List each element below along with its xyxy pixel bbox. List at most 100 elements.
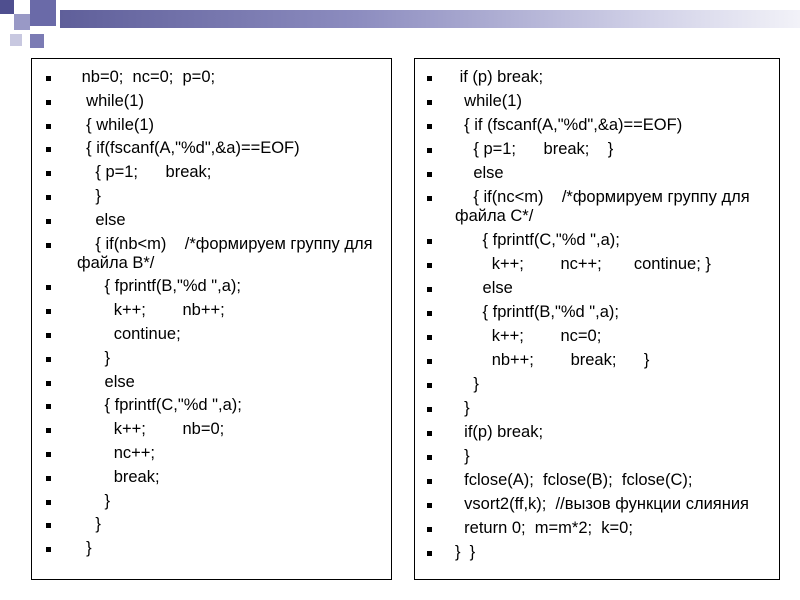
bullet-icon [46,404,51,410]
code-line: else [415,164,779,183]
corner-decoration-square [10,34,22,46]
code-text: else [455,279,513,297]
code-line: nb++; break; } [415,351,779,370]
right-code-panel: if (p) break; while(1) { if (fscanf(A,"%… [414,58,780,580]
bullet-icon [427,263,432,268]
code-text: while(1) [77,91,144,110]
title-decoration-bar [60,10,800,28]
code-line: { p=1; break; } [415,140,779,159]
code-line: { if (fscanf(A,"%d",&a)==EOF) [415,116,779,135]
bullet-icon [427,527,432,532]
code-line: k++; nc=0; [415,327,779,346]
code-line: } [415,447,779,466]
code-text: nb++; break; } [455,351,650,369]
bullet-icon [427,479,432,484]
code-text: { if(fscanf(A,"%d",&a)==EOF) [77,139,300,158]
code-line: } } [415,543,779,562]
bullet-icon [427,311,432,316]
code-line: { if(nc<m) /*формируем группу для файла … [415,188,779,226]
code-text: { while(1) [77,115,155,134]
code-line: { fprintf(B,"%d ",a); [32,277,391,296]
code-text: nc++; [77,443,155,462]
code-text: } [77,186,101,205]
code-text: if (p) break; [455,68,544,86]
code-line: } [32,349,391,368]
bullet-icon [46,147,51,153]
code-line: { while(1) [32,116,391,135]
code-line: k++; nc++; continue; } [415,255,779,274]
code-text: { p=1; break; [77,163,212,182]
bullet-icon [46,523,51,529]
code-text: { fprintf(B,"%d ",a); [455,303,619,321]
bullet-icon [46,194,51,200]
code-text: else [77,210,126,229]
code-text: { if(nb<m) /*формируем группу для файла … [77,234,378,272]
code-line: k++; nb=0; [32,420,391,439]
code-line: break; [32,468,391,487]
code-line: if(p) break; [415,423,779,442]
code-text: } [77,348,111,367]
corner-decoration-square [30,0,56,26]
bullet-icon [46,380,51,386]
code-text: else [77,372,135,391]
code-text: return 0; m=m*2; k=0; [455,519,633,537]
bullet-icon [427,407,432,412]
left-code-panel: nb=0; nc=0; p=0; while(1) { while(1) { i… [31,58,392,580]
code-text: } [455,399,470,417]
code-line: continue; [32,325,391,344]
code-text: } [77,491,111,510]
bullet-icon [427,551,432,556]
code-text: if(p) break; [455,423,544,441]
bullet-icon [427,455,432,460]
corner-decoration-square [0,0,14,14]
bullet-icon [46,171,51,177]
code-line: nb=0; nc=0; p=0; [32,68,391,87]
corner-decoration-square [0,14,14,30]
bullet-icon [46,547,51,553]
code-line: } [32,539,391,558]
bullet-icon [46,475,51,481]
bullet-icon [46,356,51,362]
code-line: } [415,399,779,418]
code-text: } } [455,543,476,561]
code-text: { if (fscanf(A,"%d",&a)==EOF) [455,116,683,134]
code-line: vsort2(ff,k); //вызов функции слияния [415,495,779,514]
code-text: } [77,539,92,558]
code-text: break; [77,467,160,486]
bullet-icon [427,100,432,105]
right-code-list: if (p) break; while(1) { if (fscanf(A,"%… [415,68,779,567]
code-text: } [455,375,479,393]
code-text: { fprintf(C,"%d ",a); [77,396,242,415]
code-text: vsort2(ff,k); //вызов функции слияния [455,495,749,513]
code-text: continue; [77,324,181,343]
code-text: while(1) [455,92,522,110]
code-line: } [32,187,391,206]
code-text: k++; nc=0; [455,327,602,345]
bullet-icon [46,499,51,505]
code-line: k++; nb++; [32,301,391,320]
code-text: k++; nb=0; [77,420,225,439]
bullet-icon [427,431,432,436]
code-text: k++; nb++; [77,301,225,320]
bullet-icon [46,285,51,291]
bullet-icon [46,428,51,434]
code-line: { fprintf(C,"%d ",a); [415,231,779,250]
code-line: while(1) [32,92,391,111]
code-line: { fprintf(C,"%d ",a); [32,396,391,415]
bullet-icon [427,76,432,81]
code-text: k++; nc++; continue; } [455,255,711,273]
bullet-icon [427,335,432,340]
bullet-icon [46,309,51,315]
code-text: { fprintf(B,"%d ",a); [77,277,241,296]
code-text: } [455,447,470,465]
corner-decoration-square [14,0,30,14]
bullet-icon [427,383,432,388]
bullet-icon [46,332,51,338]
code-line: fclose(A); fclose(B); fclose(C); [415,471,779,490]
code-line: { p=1; break; [32,163,391,182]
bullet-icon [46,76,51,81]
bullet-icon [46,451,51,457]
code-text: { if(nc<m) /*формируем группу для файла … [455,188,755,225]
code-line: { fprintf(B,"%d ",a); [415,303,779,322]
bullet-icon [427,287,432,292]
